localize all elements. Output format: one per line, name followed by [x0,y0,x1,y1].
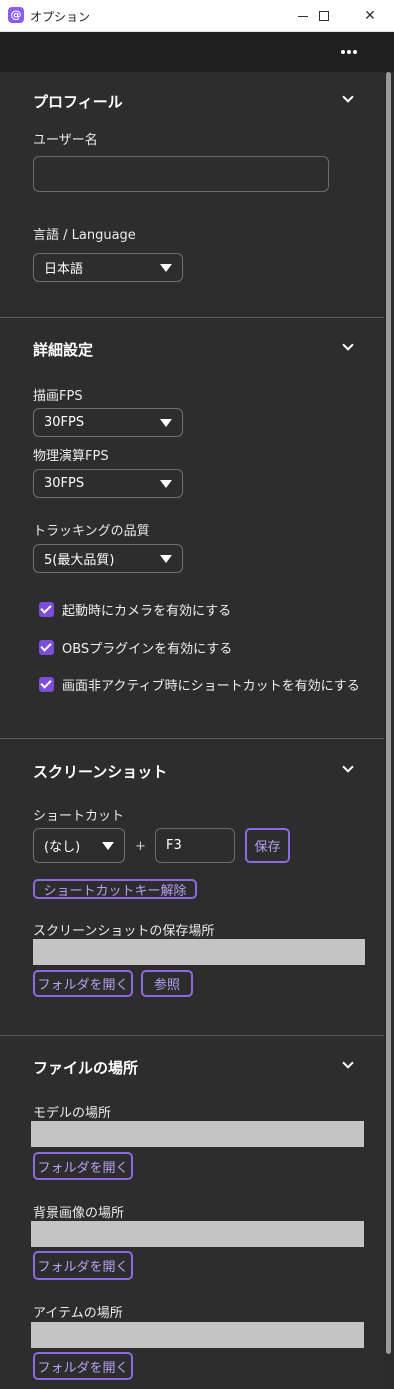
section-divider [0,738,384,739]
clear-shortcut-button[interactable]: ショートカットキー解除 [33,879,197,899]
checkbox-label: 画面非アクティブ時にショートカットを有効にする [62,678,360,694]
username-label: ユーザー名 [33,133,98,148]
background-location-label: 背景画像の場所 [33,1206,125,1221]
dropdown-arrow-icon [160,419,172,427]
close-button[interactable]: ✕ [348,0,392,32]
item-location-field[interactable] [31,1322,364,1348]
modifier-select[interactable]: (なし) [33,828,125,863]
maximize-icon [319,11,329,21]
chevron-down-icon[interactable] [341,92,355,106]
section-title-screenshot: スクリーンショット [33,763,168,781]
scrollbar-thumb[interactable] [386,72,391,1354]
physics-fps-value: 30FPS [44,476,85,491]
menu-bar [0,32,394,72]
checkbox-label: OBSプラグインを有効にする [62,641,233,657]
checkbox-label: 起動時にカメラを有効にする [62,603,232,619]
chevron-down-icon[interactable] [341,1058,355,1072]
chevron-down-icon[interactable] [341,762,355,776]
language-select-value: 日本語 [44,262,84,277]
title-bar: @ オプション ✕ [0,0,394,32]
section-title-advanced: 詳細設定 [33,341,94,359]
maximize-button[interactable] [302,0,346,32]
item-location-label: アイテムの場所 [33,1306,123,1321]
dropdown-arrow-icon [160,555,172,563]
shortcut-key-input[interactable]: F3 [155,828,235,863]
checkbox-row-obs[interactable]: OBSプラグインを有効にする [39,638,233,657]
screenshot-location-field[interactable] [33,939,365,965]
screenshot-open-folder-button[interactable]: フォルダを開く [33,970,133,997]
model-open-folder-button[interactable]: フォルダを開く [33,1152,133,1180]
plus-sign: + [135,839,146,854]
checkbox[interactable] [39,676,54,692]
more-horizontal-icon[interactable] [337,42,361,62]
physics-fps-select[interactable]: 30FPS [33,469,183,498]
language-select[interactable]: 日本語 [33,253,183,282]
section-title-file-locations: ファイルの場所 [33,1059,139,1077]
screenshot-browse-button[interactable]: 参照 [141,970,193,997]
render-fps-label: 描画FPS [33,389,83,404]
model-location-label: モデルの場所 [33,1106,112,1121]
modifier-select-value: (なし) [44,840,81,855]
background-location-field[interactable] [31,1221,364,1247]
checkbox[interactable] [39,601,54,617]
tracking-quality-value: 5(最大品質) [44,553,115,568]
render-fps-select[interactable]: 30FPS [33,408,183,437]
checkbox-row-camera[interactable]: 起動時にカメラを有効にする [39,600,232,619]
username-input[interactable] [33,156,329,192]
background-open-folder-button[interactable]: フォルダを開く [33,1251,133,1280]
screenshot-location-label: スクリーンショットの保存場所 [33,924,215,939]
section-divider [0,1035,384,1036]
model-location-field[interactable] [31,1121,364,1147]
tracking-quality-label: トラッキングの品質 [33,524,150,539]
language-label: 言語 / Language [33,228,136,243]
app-icon: @ [8,7,24,23]
render-fps-value: 30FPS [44,415,85,430]
checkbox[interactable] [39,639,54,655]
tracking-quality-select[interactable]: 5(最大品質) [33,544,183,573]
chevron-down-icon[interactable] [341,340,355,354]
window-title: オプション [30,10,91,24]
save-shortcut-button[interactable]: 保存 [245,828,290,863]
physics-fps-label: 物理演算FPS [33,449,109,464]
shortcut-label: ショートカット [33,809,125,824]
dropdown-arrow-icon [102,842,114,850]
checkbox-row-shortcut-inactive[interactable]: 画面非アクティブ時にショートカットを有効にする [39,675,360,694]
dropdown-arrow-icon [160,480,172,488]
item-open-folder-button[interactable]: フォルダを開く [33,1352,133,1380]
section-title-profile: プロフィール [33,93,123,111]
section-divider [0,317,384,318]
dropdown-arrow-icon [160,264,172,272]
close-icon: ✕ [364,8,376,24]
